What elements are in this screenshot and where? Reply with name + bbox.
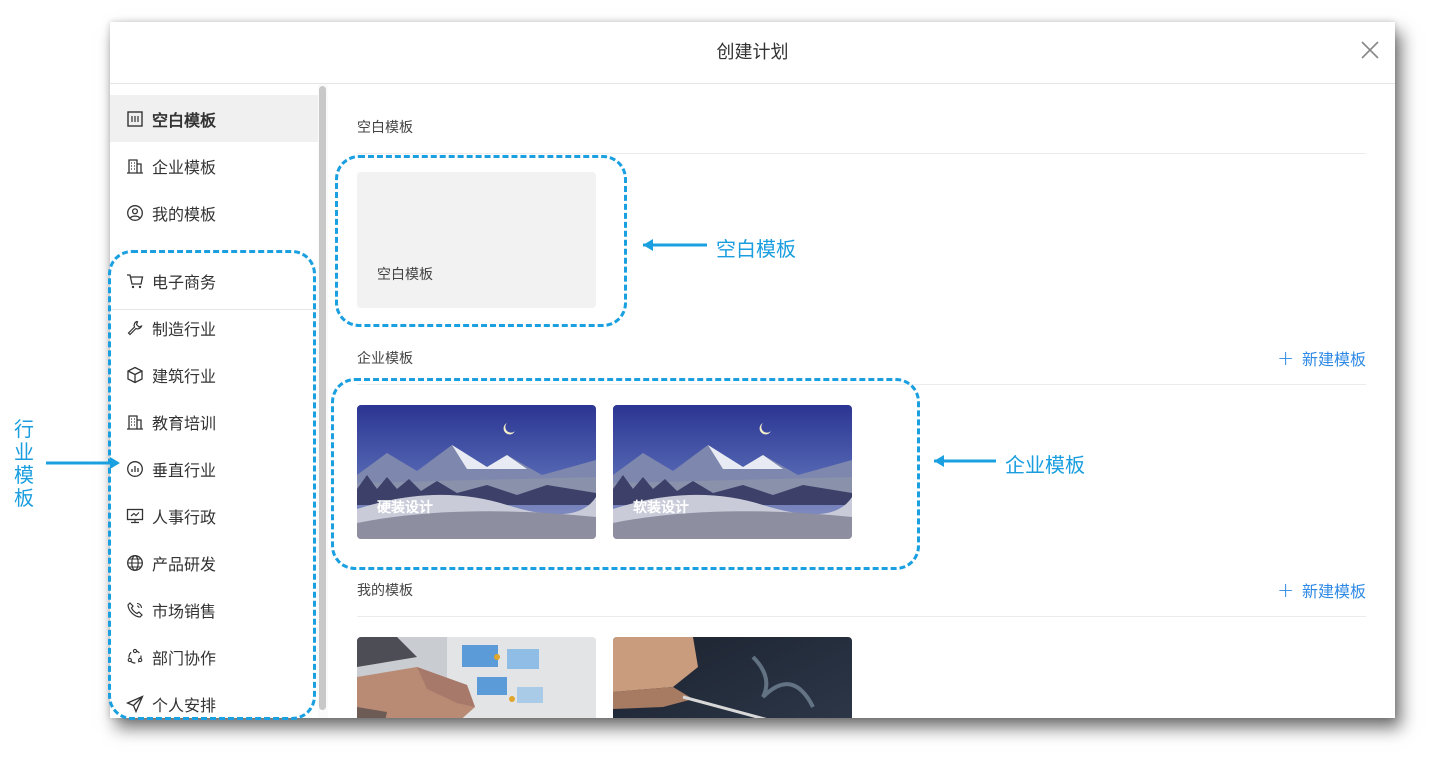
dialog-header: 创建计划 — [110, 22, 1395, 84]
wrench-icon — [127, 320, 143, 335]
section-divider — [357, 153, 1366, 154]
sidebar-item-marketing-sales[interactable]: 市场销售 — [110, 586, 318, 633]
arrow-left-icon — [934, 455, 996, 467]
new-enterprise-template-button[interactable]: + 新建模板 — [1277, 346, 1366, 370]
new-template-label: 新建模板 — [1301, 582, 1366, 601]
enterprise-template-card[interactable]: 硬装设计 — [357, 405, 596, 539]
sidebar-item-label: 建筑行业 — [152, 366, 217, 386]
blank-template-card[interactable]: 空白模板 — [357, 172, 596, 308]
card-label: 空白模板 — [377, 267, 433, 283]
sidebar-item-hr-admin[interactable]: 人事行政 — [110, 492, 318, 539]
annotation-label-enterprise: 企业模板 — [1005, 453, 1085, 477]
new-my-template-button[interactable]: + 新建模板 — [1277, 578, 1366, 602]
sidebar-item-label: 制造行业 — [152, 319, 217, 339]
building-icon — [127, 414, 143, 430]
sidebar-item-label: 市场销售 — [152, 601, 217, 621]
sidebar-item-product-rd[interactable]: 产品研发 — [110, 539, 318, 586]
mountain-scene-image — [613, 405, 852, 539]
collaboration-icon — [127, 648, 143, 664]
section-divider — [357, 616, 1366, 617]
section-divider — [357, 384, 1366, 385]
hands-circuit-photo — [357, 637, 596, 718]
send-icon — [126, 694, 144, 713]
chart-circle-icon — [127, 460, 143, 477]
sidebar-item-label: 空白模板 — [152, 110, 217, 130]
phone-icon — [127, 601, 143, 618]
template-category-sidebar: 空白模板 企业模板 我的模板 电子商务 制造行业 建筑行业 教育培训 垂直行业 … — [110, 84, 328, 718]
sidebar-item-label: 垂直行业 — [152, 460, 217, 480]
sidebar-item-personal[interactable]: 个人安排 — [110, 680, 318, 718]
dialog-title: 创建计划 — [716, 42, 789, 63]
sidebar-item-my-template[interactable]: 我的模板 — [110, 189, 318, 236]
sidebar-item-ecommerce[interactable]: 电子商务 — [110, 257, 318, 304]
create-plan-dialog: 创建计划 空白模板 企业模板 我的模板 电子商务 制造行业 建筑行业 教育培训 … — [110, 22, 1395, 718]
mountain-scene-image — [357, 405, 596, 539]
sidebar-item-collaboration[interactable]: 部门协作 — [110, 633, 318, 680]
plus-icon: + — [1277, 578, 1294, 602]
cube-icon — [127, 366, 143, 383]
sidebar-item-construction[interactable]: 建筑行业 — [110, 351, 318, 398]
my-template-card[interactable] — [613, 637, 852, 718]
annotation-label-industry: 行业模板 — [14, 417, 34, 510]
plus-icon: + — [1277, 346, 1294, 370]
section-title-mine: 我的模板 — [357, 583, 413, 599]
sidebar-item-blank-template[interactable]: 空白模板 — [110, 95, 318, 142]
sidebar-item-label: 企业模板 — [152, 157, 217, 177]
sidebar-item-label: 教育培训 — [152, 413, 217, 433]
sidebar-item-label: 人事行政 — [152, 507, 217, 527]
annotation-label-blank: 空白模板 — [716, 237, 796, 261]
arrow-left-icon — [643, 239, 707, 251]
section-title-blank: 空白模板 — [357, 120, 413, 136]
sidebar-scrollbar-thumb[interactable] — [319, 86, 326, 710]
section-title-enterprise: 企业模板 — [357, 351, 413, 367]
sidebar-item-enterprise-template[interactable]: 企业模板 — [110, 142, 318, 189]
card-label: 软装设计 — [633, 500, 689, 516]
sidebar-item-label: 部门协作 — [152, 648, 217, 668]
monitor-icon — [126, 508, 144, 523]
sidebar-item-education[interactable]: 教育培训 — [110, 398, 318, 445]
sidebar-item-label: 我的模板 — [152, 204, 217, 224]
sidebar-item-manufacturing[interactable]: 制造行业 — [110, 304, 318, 351]
sidebar-item-vertical[interactable]: 垂直行业 — [110, 445, 318, 492]
globe-icon — [127, 554, 143, 571]
user-circle-icon — [127, 204, 143, 221]
cart-icon — [127, 273, 144, 288]
blank-template-icon — [127, 110, 143, 127]
my-template-card[interactable] — [357, 637, 596, 718]
new-template-label: 新建模板 — [1301, 350, 1366, 369]
arrow-right-icon — [46, 457, 120, 469]
sidebar-item-label: 电子商务 — [152, 272, 217, 292]
building-icon — [127, 158, 143, 174]
soldering-photo — [613, 637, 852, 718]
template-list: 空白模板 空白模板 企业模板 + 新建模板 硬装设计 软装设计 我的模板 + 新… — [328, 84, 1395, 718]
enterprise-template-card[interactable]: 软装设计 — [613, 405, 852, 539]
close-icon[interactable] — [1359, 39, 1381, 61]
sidebar-item-label: 个人安排 — [152, 695, 217, 715]
sidebar-item-label: 产品研发 — [152, 554, 217, 574]
card-label: 硬装设计 — [377, 500, 433, 516]
